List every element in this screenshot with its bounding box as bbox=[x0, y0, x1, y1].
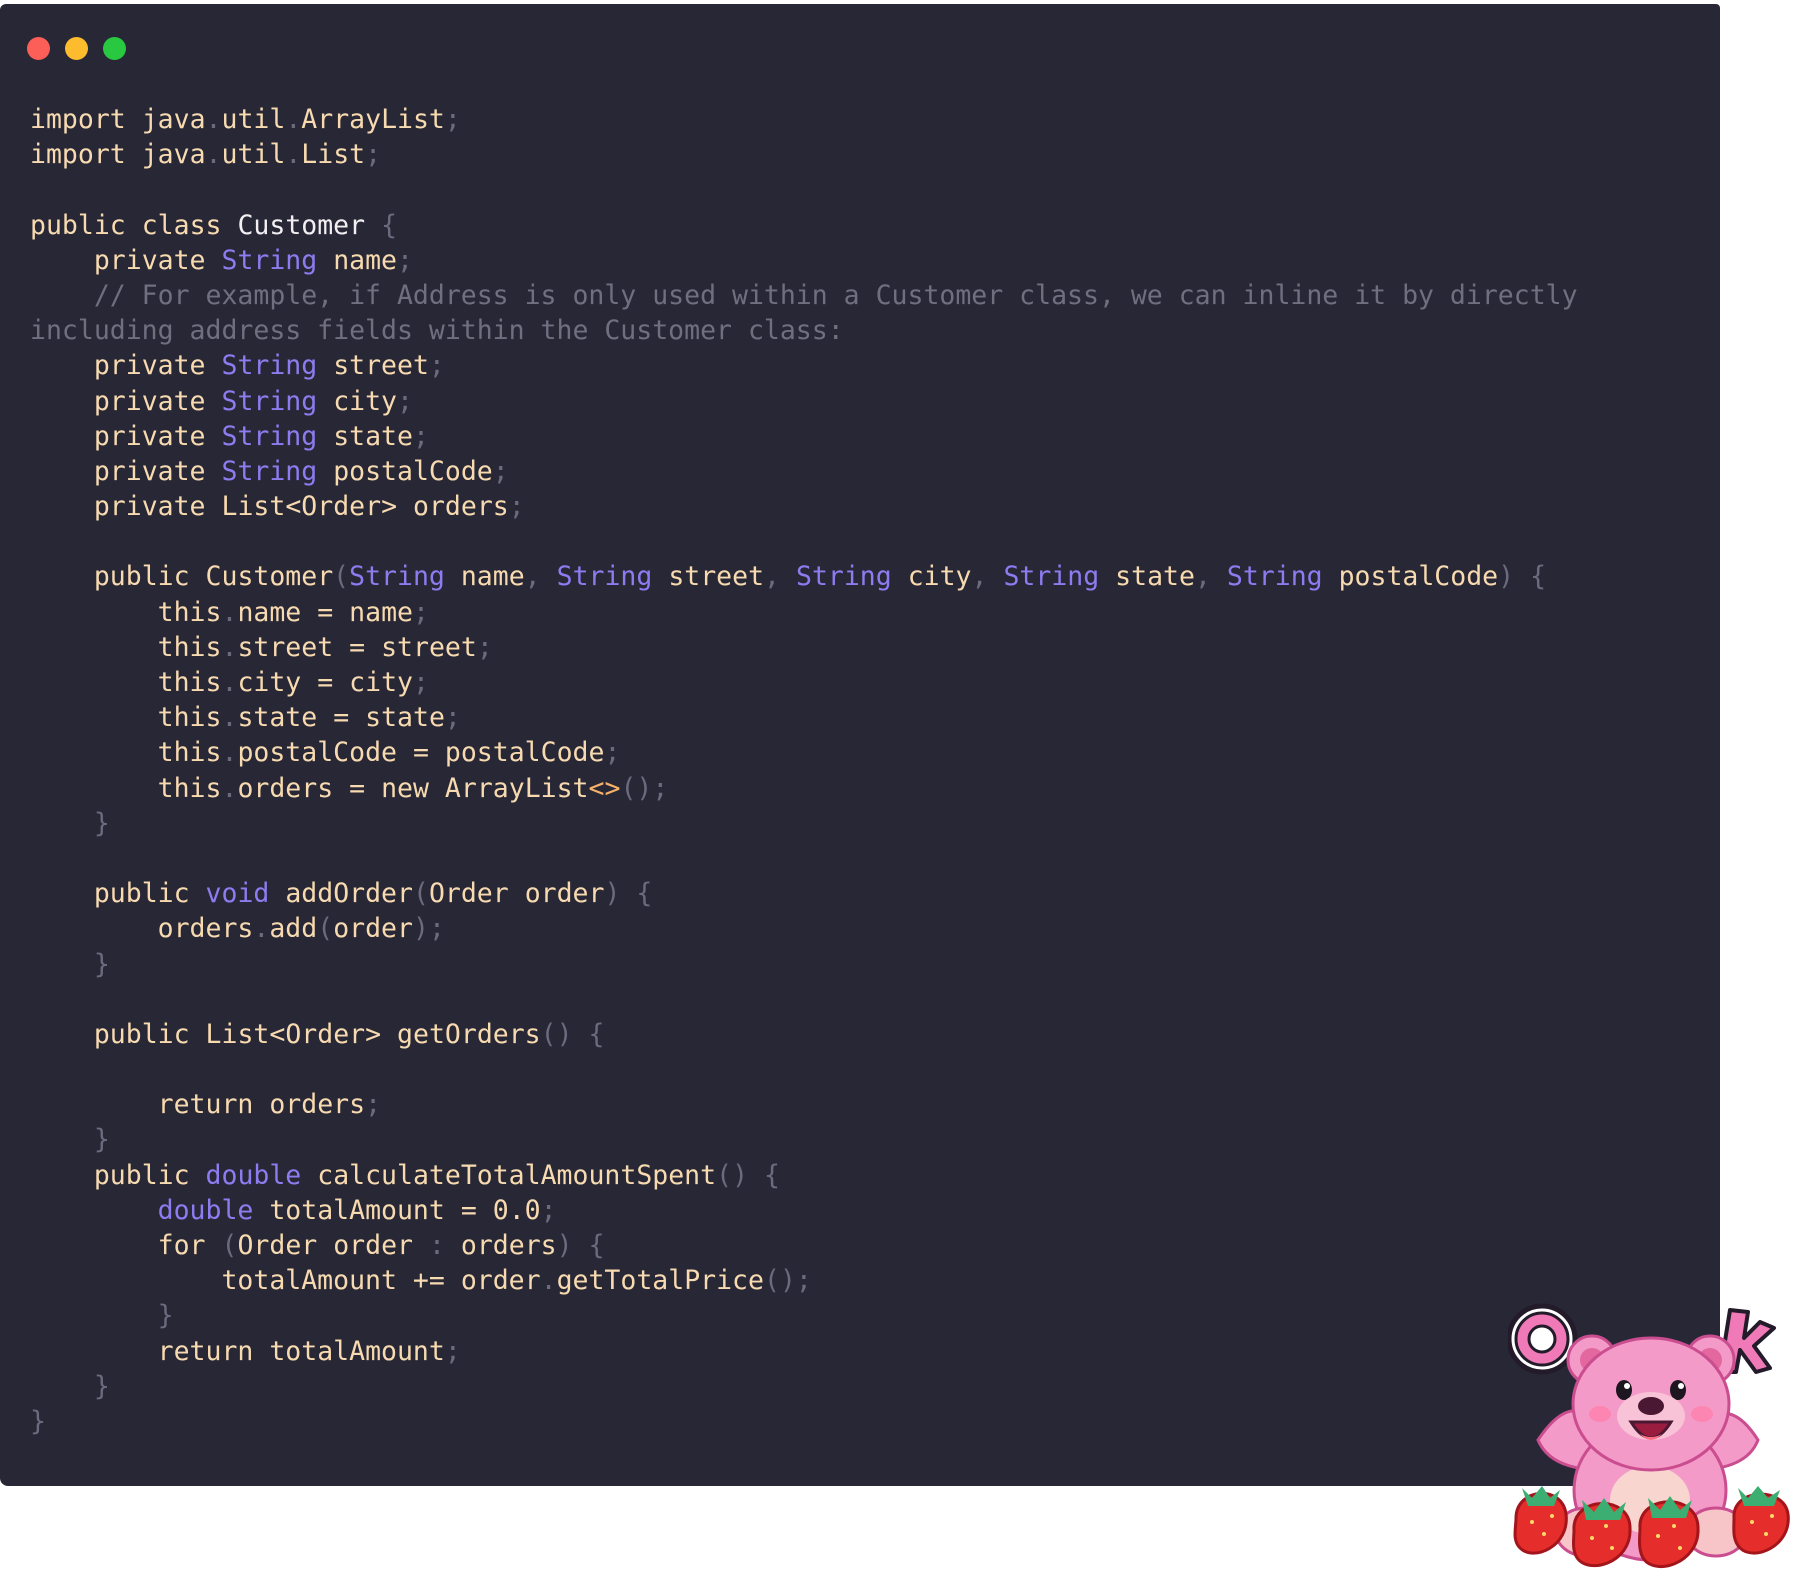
code-line: } bbox=[93, 948, 110, 980]
code-line: this.name = name; bbox=[157, 596, 429, 628]
code-line: } bbox=[157, 1300, 174, 1332]
code-line: public double calculateTotalAmountSpent(… bbox=[93, 1159, 780, 1191]
code-line: for (Order order : orders) { bbox=[157, 1230, 605, 1261]
code-block: import java.util.ArrayList; import java.u… bbox=[30, 102, 1700, 1439]
code-line: public Customer(String name, String stre… bbox=[93, 561, 1547, 593]
code-line: including address fields within the Cust… bbox=[30, 315, 844, 347]
code-line: orders.add(order); bbox=[157, 913, 445, 945]
code-window: import java.util.ArrayList; import java.u… bbox=[0, 4, 1720, 1486]
code-line: import java.util.ArrayList; bbox=[30, 104, 461, 135]
code-line: private String street; bbox=[93, 350, 445, 382]
maximize-dot-icon[interactable] bbox=[103, 37, 126, 60]
code-line: double totalAmount = 0.0; bbox=[157, 1194, 557, 1226]
window-controls bbox=[27, 37, 126, 60]
code-line: } bbox=[30, 1405, 46, 1437]
code-line: private String name; bbox=[93, 244, 413, 276]
minimize-dot-icon[interactable] bbox=[65, 37, 88, 60]
code-line: private String city; bbox=[93, 385, 413, 417]
code-line: totalAmount += order.getTotalPrice(); bbox=[221, 1265, 812, 1297]
code-line: this.postalCode = postalCode; bbox=[157, 737, 621, 769]
code-line: this.orders = new ArrayList<>(); bbox=[157, 772, 669, 804]
code-line: private String state; bbox=[93, 420, 429, 452]
code-line: import java.util.List; bbox=[30, 139, 382, 171]
sticker-letter-o bbox=[1508, 1303, 1578, 1375]
code-line: } bbox=[93, 1124, 110, 1156]
close-dot-icon[interactable] bbox=[27, 37, 50, 60]
code-line: this.city = city; bbox=[157, 667, 429, 698]
pink-bear-ok-sticker-icon bbox=[1508, 1303, 1790, 1568]
code-line: public List<Order> getOrders() { bbox=[93, 1018, 605, 1050]
code-line: private String postalCode; bbox=[93, 455, 509, 487]
code-line: } bbox=[93, 807, 110, 839]
code-line: this.state = state; bbox=[157, 702, 461, 734]
code-line: this.street = street; bbox=[157, 631, 493, 663]
code-line: private List<Order> orders; bbox=[93, 491, 525, 523]
code-line: public void addOrder(Order order) { bbox=[93, 878, 653, 910]
code-line: return orders; bbox=[157, 1089, 382, 1121]
code-line: public class Customer { bbox=[30, 209, 398, 241]
code-line: return totalAmount; bbox=[157, 1335, 461, 1367]
code-line: } bbox=[93, 1370, 110, 1402]
code-line: // For example, if Address is only used … bbox=[30, 279, 1578, 311]
